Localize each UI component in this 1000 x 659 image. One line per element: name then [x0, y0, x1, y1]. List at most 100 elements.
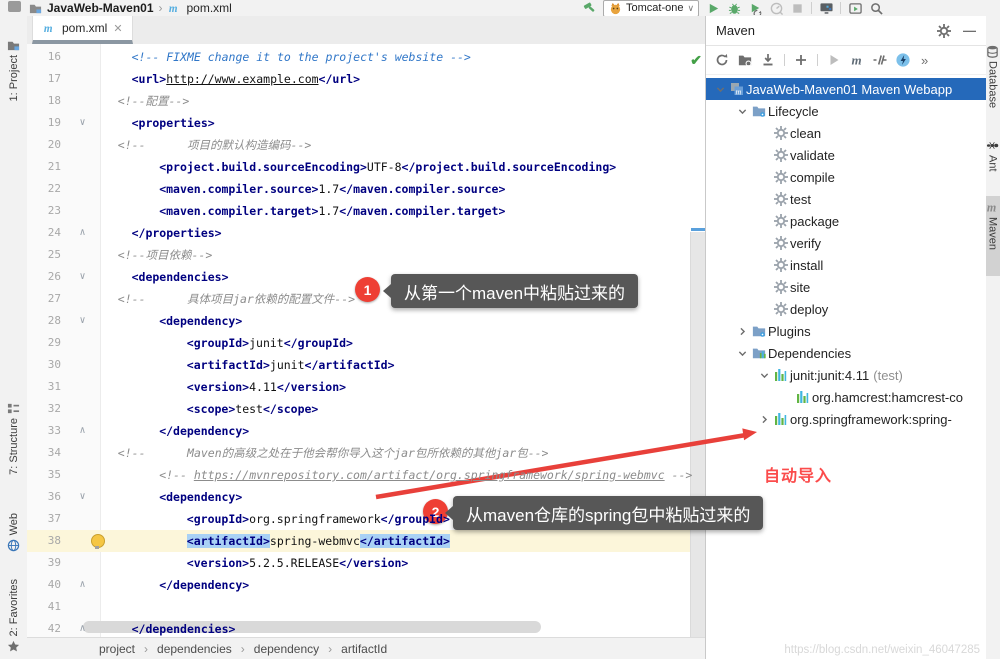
tab-pom-xml[interactable]: m pom.xml ✕: [32, 16, 133, 44]
code-line[interactable]: 23 <maven.compiler.target>1.7</maven.comp…: [27, 200, 705, 222]
breadcrumb-file[interactable]: pom.xml: [187, 1, 232, 15]
download-sources-icon[interactable]: [761, 53, 775, 67]
breadcrumb-item-dependency[interactable]: dependency: [254, 642, 319, 656]
profiler-icon[interactable]: [769, 1, 783, 15]
code-line[interactable]: 24 ∧ </properties>: [27, 222, 705, 244]
tool-tab-structure[interactable]: 7: Structure: [0, 401, 27, 501]
breadcrumb-item-dependencies[interactable]: dependencies: [157, 642, 232, 656]
maven-tree-node[interactable]: m JavaWeb-Maven01 Maven Webapp: [706, 78, 986, 100]
execute-goal-icon[interactable]: m: [850, 53, 864, 67]
breadcrumb-separator: ›: [240, 642, 245, 656]
maven-tree-node[interactable]: Lifecycle: [706, 100, 986, 122]
inspections-ok-check-icon[interactable]: ✔: [690, 52, 702, 69]
run-config-select[interactable]: Tomcat-one ∨: [603, 0, 700, 17]
run-with-coverage-icon[interactable]: [748, 1, 762, 15]
code-line[interactable]: 17 <url>http://www.example.com</url>: [27, 68, 705, 90]
skip-tests-icon[interactable]: [873, 53, 887, 67]
monitor-icon[interactable]: [819, 1, 833, 15]
code-line[interactable]: 31 <version>4.11</version>: [27, 376, 705, 398]
maven-tree-node[interactable]: package: [706, 210, 986, 232]
tree-node-extra: (test): [873, 367, 903, 383]
tree-closed-arrow-icon[interactable]: [756, 414, 772, 425]
code-line[interactable]: 28 ∨ <dependency>: [27, 310, 705, 332]
fold-marker[interactable]: ∧: [61, 574, 104, 596]
code-line[interactable]: 21 <project.build.sourceEncoding>UTF-8</p…: [27, 156, 705, 178]
tree-open-arrow-icon[interactable]: [712, 84, 728, 95]
intention-bulb-icon[interactable]: [91, 534, 105, 549]
code-line[interactable]: 34 <!-- Maven的高级之处在于他会帮你导入这个jar包所依赖的其他jar…: [27, 442, 705, 464]
breadcrumb-project[interactable]: JavaWeb-Maven01: [47, 1, 154, 15]
toolbar-partial-icon[interactable]: [8, 1, 21, 12]
gear-icon[interactable]: [937, 23, 951, 38]
maven-tree-node[interactable]: Dependencies: [706, 342, 986, 364]
breadcrumb-item-artifactId[interactable]: artifactId: [341, 642, 387, 656]
maven-tree-node[interactable]: junit:junit:4.11 (test): [706, 364, 986, 386]
tool-tab-label: 2: Favorites: [7, 579, 20, 637]
fold-marker[interactable]: ∨: [61, 310, 104, 332]
maven-tree-node[interactable]: validate: [706, 144, 986, 166]
build-hammer-icon[interactable]: [582, 1, 596, 15]
maven-tree-node[interactable]: org.springframework:spring-: [706, 408, 986, 430]
goal-gear-icon: [772, 126, 790, 140]
search-icon[interactable]: [869, 1, 883, 15]
code-line[interactable]: 35 <!-- https://mvnrepository.com/artifac…: [27, 464, 705, 486]
hide-icon[interactable]: —: [963, 23, 976, 38]
fold-marker[interactable]: ∧: [61, 222, 104, 244]
maven-tree-node[interactable]: Plugins: [706, 320, 986, 342]
maven-tree-node[interactable]: test: [706, 188, 986, 210]
maven-tree-node[interactable]: install: [706, 254, 986, 276]
add-icon[interactable]: [794, 53, 808, 67]
more-icon[interactable]: »: [921, 53, 928, 68]
tool-tab-database[interactable]: Database: [985, 44, 1000, 132]
close-icon[interactable]: ✕: [113, 22, 122, 35]
breadcrumb-item-project[interactable]: project: [99, 642, 135, 656]
maven-tree-node[interactable]: deploy: [706, 298, 986, 320]
code-line[interactable]: 39 <version>5.2.5.RELEASE</version>: [27, 552, 705, 574]
tree-open-arrow-icon[interactable]: [734, 106, 750, 117]
code-line[interactable]: 22 <maven.compiler.source>1.7</maven.comp…: [27, 178, 705, 200]
code-editor[interactable]: 16 <!-- FIXME change it to the project's …: [27, 44, 705, 637]
run-anything-icon[interactable]: [848, 1, 862, 15]
tree-open-arrow-icon[interactable]: [734, 348, 750, 359]
fold-marker[interactable]: ∨: [61, 266, 104, 288]
tool-tab-project[interactable]: 1: Project: [0, 38, 27, 133]
code-line[interactable]: 16 <!-- FIXME change it to the project's …: [27, 46, 705, 68]
code-line[interactable]: 41: [27, 596, 705, 618]
code-line[interactable]: 18 <!--配置-->: [27, 90, 705, 112]
tool-tab-ant[interactable]: Ant: [985, 138, 1000, 190]
maven-tree-node[interactable]: org.hamcrest:hamcrest-co: [706, 386, 986, 408]
debug-icon[interactable]: [727, 1, 741, 15]
code-line[interactable]: 30 <artifactId>junit</artifactId>: [27, 354, 705, 376]
fold-marker[interactable]: ∧: [61, 618, 104, 637]
maven-tree-node[interactable]: verify: [706, 232, 986, 254]
code-line[interactable]: 32 <scope>test</scope>: [27, 398, 705, 420]
code-line[interactable]: 42 ∧ </dependencies>: [27, 618, 705, 637]
vertical-scrollbar[interactable]: [690, 232, 705, 637]
reimport-icon[interactable]: [715, 53, 729, 67]
code-token: <dependencies>: [131, 270, 229, 284]
tool-tab-favorites[interactable]: 2: Favorites: [0, 579, 27, 659]
tool-tab-maven[interactable]: m Maven: [985, 196, 1000, 276]
code-line[interactable]: 40 ∧ </dependency>: [27, 574, 705, 596]
tool-tab-web[interactable]: Web: [0, 513, 27, 571]
tree-closed-arrow-icon[interactable]: [734, 326, 750, 337]
line-number: 20: [47, 138, 61, 151]
run-disabled-icon[interactable]: [827, 53, 841, 67]
maven-tree-node[interactable]: site: [706, 276, 986, 298]
fold-marker[interactable]: ∨: [61, 486, 104, 508]
code-line[interactable]: 38 <artifactId>spring-webmvc</artifactId>: [27, 530, 705, 552]
generate-sources-icon[interactable]: [738, 53, 752, 67]
code-line[interactable]: 29 <groupId>junit</groupId>: [27, 332, 705, 354]
code-line[interactable]: 25 <!--项目依赖-->: [27, 244, 705, 266]
maven-tree-node[interactable]: clean: [706, 122, 986, 144]
stop-icon[interactable]: [790, 1, 804, 15]
maven-tree-node[interactable]: compile: [706, 166, 986, 188]
run-icon[interactable]: [706, 1, 720, 15]
fold-marker[interactable]: ∧: [61, 420, 104, 442]
code-line[interactable]: 33 ∧ </dependency>: [27, 420, 705, 442]
tree-open-arrow-icon[interactable]: [756, 370, 772, 381]
code-line[interactable]: 20 <!-- 项目的默认构造编码-->: [27, 134, 705, 156]
auto-import-lightning-icon[interactable]: [896, 53, 910, 67]
code-line[interactable]: 19 ∨ <properties>: [27, 112, 705, 134]
fold-marker[interactable]: ∨: [61, 112, 104, 134]
